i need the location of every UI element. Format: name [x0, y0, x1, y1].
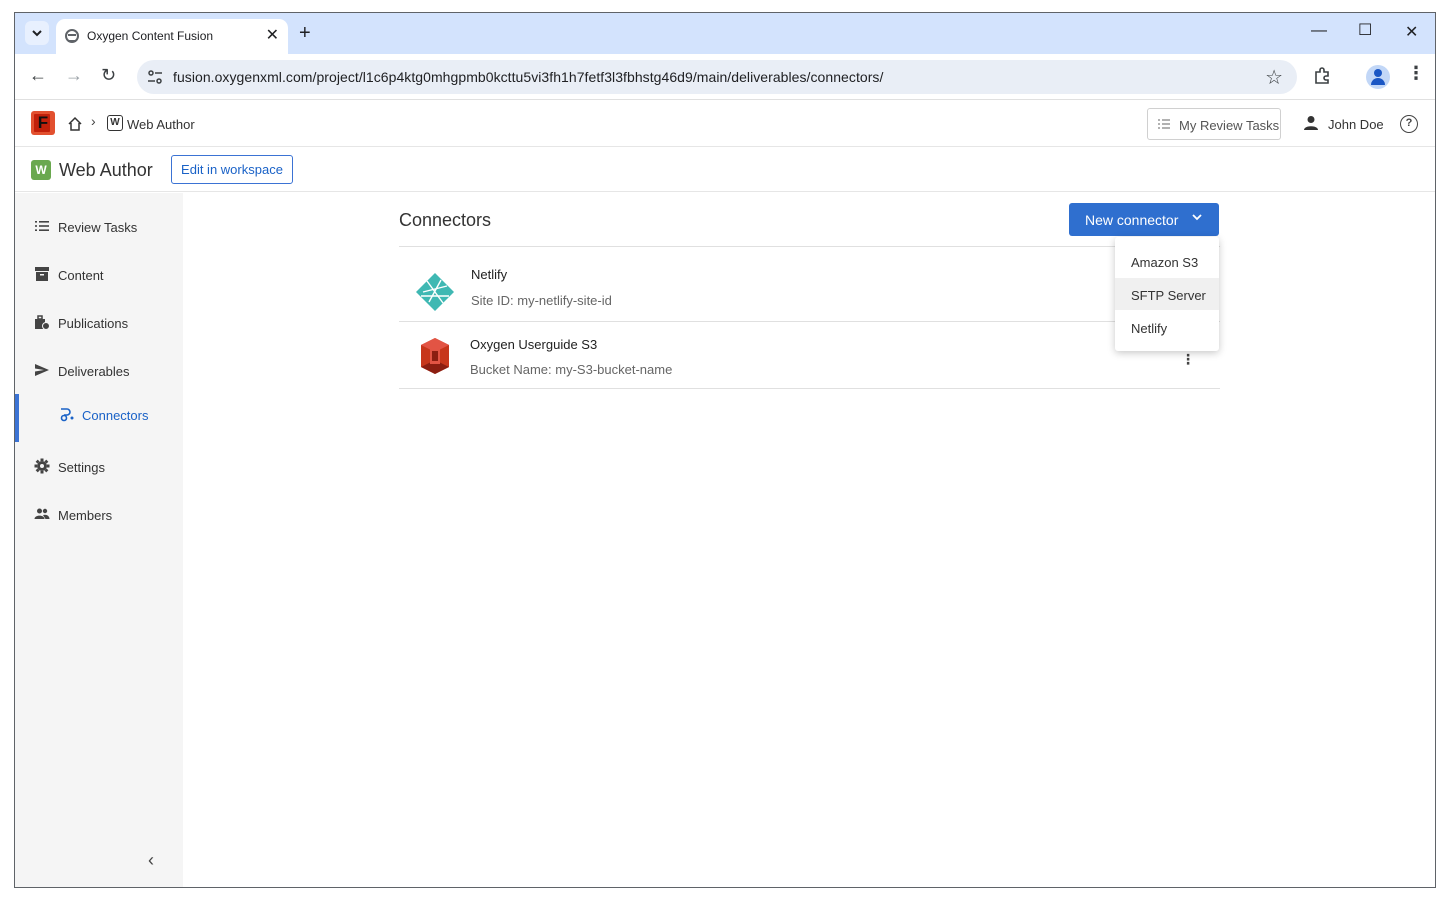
minimize-icon[interactable]: —	[1311, 22, 1327, 40]
forward-icon[interactable]: →	[65, 65, 83, 86]
sidebar-item-label: Settings	[58, 460, 105, 475]
people-icon	[34, 508, 50, 519]
new-connector-menu: Amazon S3 SFTP Server Netlify	[1115, 237, 1219, 351]
sidebar-item-label: Review Tasks	[58, 220, 138, 235]
archive-icon	[35, 267, 49, 281]
tab-search-button[interactable]	[25, 21, 49, 45]
address-bar[interactable]: fusion.oxygenxml.com/project/l1c6p4ktg0m…	[137, 60, 1297, 94]
sidebar-item-label: Deliverables	[58, 364, 130, 379]
menu-item-amazon-s3[interactable]: Amazon S3	[1115, 245, 1219, 277]
my-review-tasks-button[interactable]: My Review Tasks	[1147, 108, 1281, 140]
user-name[interactable]: John Doe	[1328, 117, 1384, 132]
browser-toolbar: ← → ↻ fusion.oxygenxml.com/project/l1c6p…	[15, 54, 1435, 100]
publications-icon	[35, 315, 50, 330]
new-tab-button[interactable]: +	[299, 21, 311, 45]
sidebar-item-label: Publications	[58, 316, 129, 331]
bookmark-star-icon[interactable]: ☆	[1265, 65, 1283, 90]
window-close-icon[interactable]: ✕	[1405, 22, 1418, 42]
breadcrumb-project-badge: W	[107, 115, 123, 131]
new-connector-label: New connector	[1085, 212, 1179, 228]
app-header: F › W Web Author My Review Tasks John Do…	[15, 101, 1435, 147]
chevron-down-icon	[32, 30, 42, 37]
menu-item-sftp-server[interactable]: SFTP Server	[1115, 278, 1219, 310]
tab-title: Oxygen Content Fusion	[87, 29, 214, 43]
project-badge: W	[31, 160, 51, 180]
send-icon	[35, 364, 49, 376]
amazon-s3-logo-icon	[421, 338, 449, 374]
back-icon[interactable]: ←	[29, 65, 47, 86]
sidebar-item-settings[interactable]: Settings	[15, 446, 183, 486]
tab-strip: Oxygen Content Fusion ✕ + — ☐ ✕	[15, 13, 1435, 54]
maximize-icon[interactable]: ☐	[1358, 20, 1372, 40]
menu-item-label: Netlify	[1131, 321, 1168, 336]
my-review-tasks-label: My Review Tasks	[1179, 118, 1280, 133]
tab-close-icon[interactable]: ✕	[266, 25, 279, 45]
fusion-logo[interactable]: F	[31, 111, 55, 135]
connectors-icon	[60, 408, 74, 422]
sidebar-item-deliverables[interactable]: Deliverables	[15, 350, 183, 390]
more-options-icon[interactable]: ⋮	[1181, 351, 1195, 368]
menu-item-netlify[interactable]: Netlify	[1115, 311, 1219, 343]
sidebar-item-members[interactable]: Members	[15, 494, 183, 534]
extensions-icon[interactable]	[1313, 66, 1333, 86]
breadcrumb-project-link[interactable]: Web Author	[127, 117, 195, 132]
new-connector-button[interactable]: New connector	[1069, 203, 1219, 236]
list-divider	[399, 321, 1220, 322]
page-title: Connectors	[399, 210, 492, 230]
project-title: Web Author	[59, 160, 153, 180]
menu-item-label: SFTP Server	[1131, 288, 1206, 303]
help-icon[interactable]: ?	[1400, 115, 1418, 133]
site-settings-icon[interactable]	[147, 69, 163, 85]
sidebar-item-label: Connectors	[82, 408, 149, 423]
reload-icon[interactable]: ↻	[101, 65, 116, 86]
connector-name: Oxygen Userguide S3	[470, 337, 598, 352]
home-icon[interactable]	[67, 116, 83, 132]
collapse-sidebar-icon[interactable]: ‹	[148, 850, 154, 871]
sidebar-item-review-tasks[interactable]: Review Tasks	[15, 206, 183, 246]
list-divider	[399, 246, 1220, 247]
list-icon	[35, 221, 49, 231]
browser-window: Oxygen Content Fusion ✕ + — ☐ ✕ ← → ↻ fu…	[14, 12, 1436, 888]
connector-detail: Site ID: my-netlify-site-id	[471, 293, 612, 308]
sidebar-item-label: Members	[58, 508, 113, 523]
sidebar-item-connectors[interactable]: Connectors	[15, 394, 183, 442]
site-favicon-icon	[65, 29, 79, 43]
sidebar-item-label: Content	[58, 268, 104, 283]
netlify-logo-icon	[416, 273, 454, 311]
menu-item-label: Amazon S3	[1131, 255, 1199, 270]
list-icon	[1158, 119, 1170, 129]
connector-name: Netlify	[471, 267, 508, 282]
browser-menu-icon[interactable]: ⋮	[1407, 63, 1425, 84]
gear-icon	[34, 458, 50, 474]
sidebar: Review Tasks Content Publications Delive…	[15, 193, 183, 887]
breadcrumb-separator-icon: ›	[91, 113, 96, 129]
project-bar: W Web Author Edit in workspace	[15, 148, 1435, 192]
edit-in-workspace-button[interactable]: Edit in workspace	[171, 155, 293, 184]
user-icon[interactable]	[1303, 115, 1319, 131]
chevron-down-icon	[1192, 214, 1202, 221]
sidebar-item-publications[interactable]: Publications	[15, 302, 183, 342]
sidebar-item-content[interactable]: Content	[15, 254, 183, 294]
url-text: fusion.oxygenxml.com/project/l1c6p4ktg0m…	[173, 69, 884, 85]
logo-letter: F	[37, 113, 49, 132]
connector-detail: Bucket Name: my-S3-bucket-name	[470, 362, 673, 377]
list-divider	[399, 388, 1220, 389]
connector-row-s3[interactable]: Oxygen Userguide S3 Bucket Name: my-S3-b…	[399, 324, 1220, 390]
connector-row-netlify[interactable]: Netlify Site ID: my-netlify-site-id	[399, 255, 1220, 321]
profile-avatar[interactable]	[1366, 65, 1390, 89]
browser-tab[interactable]: Oxygen Content Fusion ✕	[56, 19, 288, 54]
